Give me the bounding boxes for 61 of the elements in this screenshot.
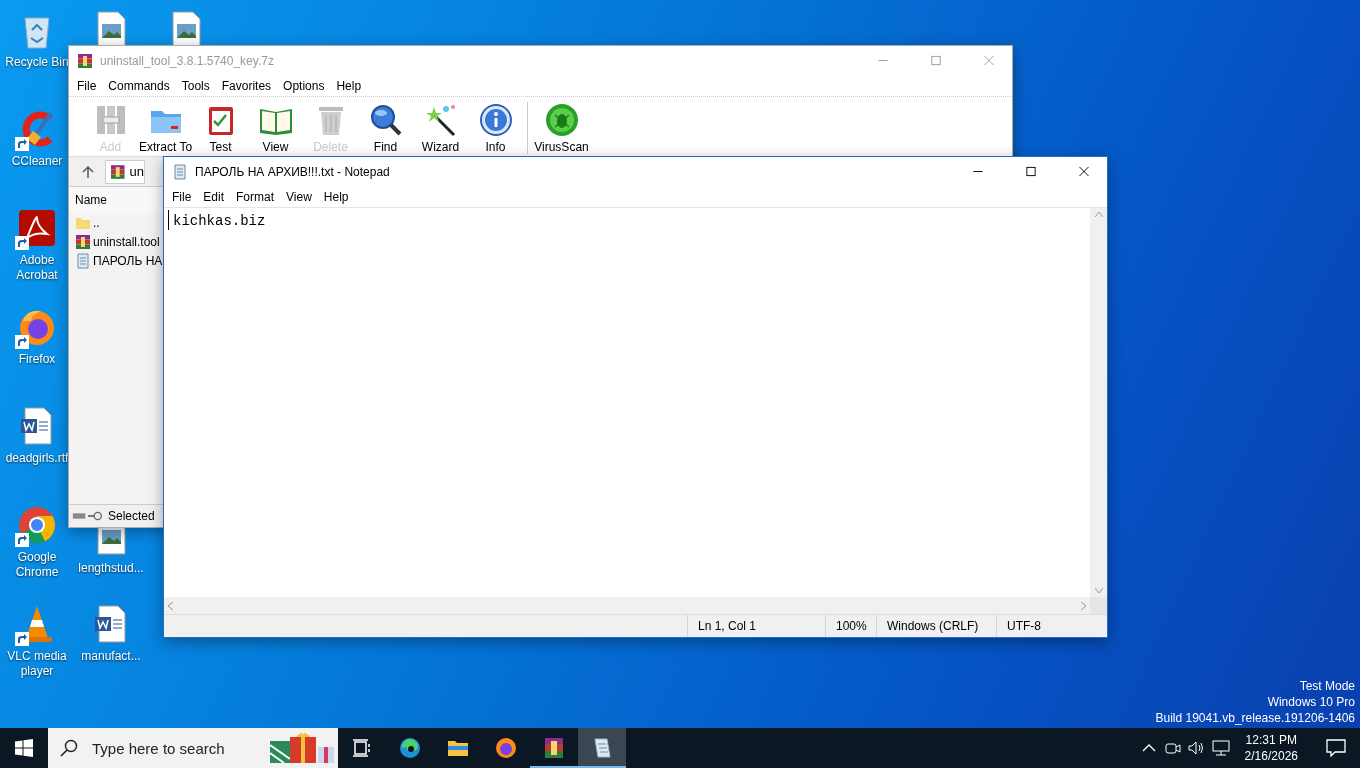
chrome-icon [17, 505, 57, 545]
menu-item[interactable]: Favorites [215, 78, 278, 93]
notepad-icon [172, 163, 188, 180]
notepad-icon [75, 252, 91, 269]
info-icon [478, 103, 513, 137]
desktop-icon-label[interactable]: Google Chrome [4, 550, 70, 580]
drive-key-icon [72, 510, 104, 522]
system-info-text: Test Mode [1299, 678, 1355, 694]
archive-icon [110, 163, 126, 180]
status-text: Ln 1, Col 1 [687, 615, 825, 637]
windows-logo-icon [15, 739, 33, 757]
magnifier-icon [368, 103, 403, 137]
system-info-text: Build 19041.vb_release.191206-1406 [1155, 710, 1355, 726]
status-text: Windows (CRLF) [876, 615, 996, 637]
taskbar-app-button[interactable] [578, 728, 626, 768]
search-icon [60, 739, 78, 757]
window-title: ПАРОЛЬ НА АРХИВ!!!.txt - Notepad [195, 164, 391, 179]
status-text: Selected [108, 509, 155, 523]
address-field[interactable]: un [105, 159, 145, 184]
search-bar[interactable]: Type here to search [48, 728, 338, 768]
file-name[interactable]: ПАРОЛЬ НА [93, 253, 163, 268]
search-input[interactable]: Type here to search [90, 738, 256, 758]
column-header[interactable]: Name [75, 193, 107, 207]
menu-item[interactable]: Help [317, 189, 355, 204]
archive-icon [75, 233, 91, 250]
toolbar-button[interactable]: Extract To [138, 103, 193, 154]
menu-item[interactable]: View [280, 189, 318, 204]
file-name[interactable]: uninstall.tool [93, 234, 160, 249]
menu-item[interactable]: Help [330, 78, 368, 93]
toolbar-button[interactable]: Wizard [413, 103, 468, 154]
up-arrow-icon[interactable] [81, 164, 95, 179]
status-text: 100% [825, 615, 876, 637]
archive-icon [542, 736, 566, 760]
menu-item[interactable]: File [166, 189, 198, 204]
text-content[interactable]: kichkas.biz [168, 210, 270, 230]
toolbar-button[interactable]: View [248, 103, 303, 154]
menu-item[interactable]: Tools [175, 78, 216, 93]
archive-icon [77, 52, 93, 69]
toolbar-button[interactable]: VirusScan [534, 103, 589, 154]
window-title: uninstall_tool_3.8.1.5740_key.7z [100, 53, 275, 68]
firefox-icon [494, 736, 518, 760]
message-icon [1326, 739, 1346, 757]
menu-item[interactable]: File [71, 78, 103, 93]
menu-item[interactable]: Commands [102, 78, 176, 93]
file-name[interactable]: .. [93, 215, 100, 230]
toolbar-button[interactable]: Test [193, 103, 248, 154]
desktop-icon-label[interactable]: lengthstud... [78, 561, 144, 576]
network-icon[interactable] [1210, 738, 1231, 758]
status-text: UTF-8 [996, 615, 1107, 637]
desktop-icon-label[interactable]: manufact... [81, 649, 141, 664]
bug-icon [544, 103, 579, 137]
desktop-icon-label[interactable]: VLC media player [4, 649, 70, 679]
toolbar-button[interactable]: Info [468, 103, 523, 154]
toolbar-button[interactable]: Find [358, 103, 413, 154]
menu-item[interactable]: Edit [197, 189, 231, 204]
edge-icon [398, 736, 422, 760]
acrobat-icon [17, 208, 57, 248]
clock[interactable]: 12:31 PM 2/16/2026 [1234, 732, 1308, 764]
system-info-text: Windows 10 Pro [1267, 694, 1355, 710]
menu-item[interactable]: Format [230, 189, 281, 204]
menu-item[interactable]: Options [277, 78, 331, 93]
